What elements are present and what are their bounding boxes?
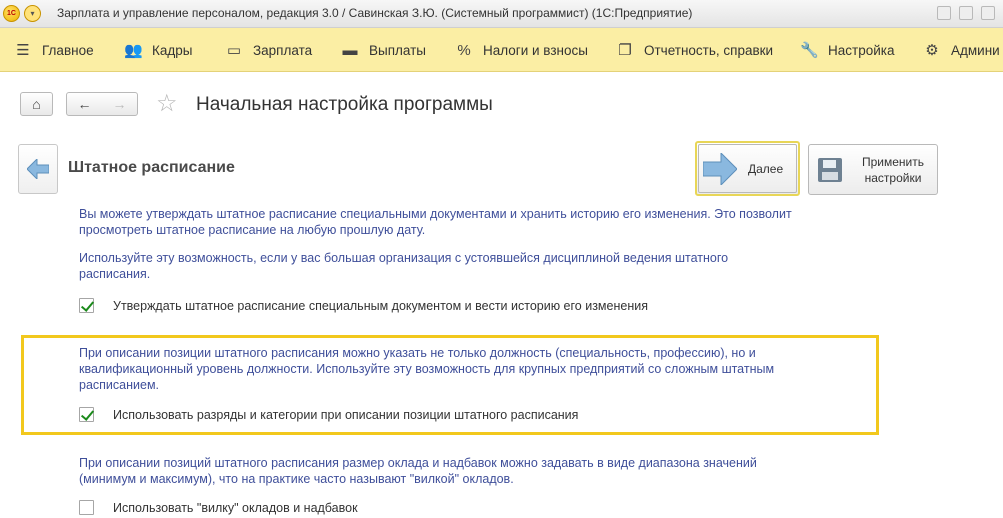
sections-panel: ☰ Главное 👥 Кадры ▭ Зарплата ▬ Выплаты %… <box>0 28 1003 72</box>
info-paragraph-1: Вы можете утверждать штатное расписание … <box>79 206 792 238</box>
text-line: просмотреть штатное расписание на любую … <box>79 223 426 237</box>
section-main[interactable]: ☰ Главное <box>14 28 94 72</box>
text-line: (минимум и максимум), что на практике ча… <box>79 472 514 486</box>
forward-arrow-icon[interactable]: → <box>113 96 127 112</box>
grades-categories-checkbox[interactable] <box>79 407 94 422</box>
back-arrow-icon[interactable]: ← <box>78 96 92 112</box>
section-label: Настройка <box>828 42 895 58</box>
window-title: Зарплата и управление персоналом, редакц… <box>57 6 693 20</box>
staffing-history-option[interactable]: Утверждать штатное расписание специальны… <box>79 298 648 313</box>
section-label: Кадры <box>152 42 193 58</box>
staffing-history-label[interactable]: Утверждать штатное расписание специальны… <box>113 298 648 314</box>
floppy-disk-icon <box>818 158 842 182</box>
page-title: Начальная настройка программы <box>196 94 493 115</box>
home-icon: ⌂ <box>32 96 41 112</box>
section-label: Отчетность, справки <box>644 42 774 58</box>
left-arrow-icon <box>27 159 49 179</box>
step-title: Штатное расписание <box>68 159 235 176</box>
salary-range-checkbox[interactable] <box>79 500 94 515</box>
app-logo: 1С <box>3 5 20 22</box>
section-label: Админи <box>951 42 1000 58</box>
title-bar-tools <box>937 6 995 20</box>
section-payments[interactable]: ▬ Выплаты <box>341 28 427 72</box>
print-icon[interactable] <box>959 6 973 20</box>
previous-step-button[interactable] <box>18 144 58 194</box>
salary-range-option[interactable]: Использовать "вилку" окладов и надбавок <box>79 500 358 515</box>
history-nav: ← → <box>66 92 138 116</box>
next-button[interactable]: Далее <box>695 141 800 196</box>
people-icon: 👥 <box>124 42 143 59</box>
percent-icon: % <box>457 41 471 59</box>
section-taxes[interactable]: % Налоги и взносы <box>455 28 588 72</box>
text-line: Используйте эту возможность, если у вас … <box>79 251 729 265</box>
bookmark-icon[interactable] <box>981 6 995 20</box>
section-label: Налоги и взносы <box>483 42 588 58</box>
documents-icon: ❐ <box>618 42 632 59</box>
grades-categories-label[interactable]: Использовать разряды и категории при опи… <box>113 407 578 423</box>
wrench-icon: 🔧 <box>800 42 819 59</box>
section-label: Главное <box>42 42 94 58</box>
apply-settings-label: Применить настройки <box>853 154 933 186</box>
staffing-history-checkbox[interactable] <box>79 298 94 313</box>
section-label: Зарплата <box>253 42 313 58</box>
section-salary[interactable]: ▭ Зарплата <box>225 28 312 72</box>
favorite-star-icon[interactable]: ☆ <box>156 89 178 118</box>
grades-categories-option[interactable]: Использовать разряды и категории при опи… <box>79 407 578 422</box>
title-bar: 1С ▾ Зарплата и управление персоналом, р… <box>0 0 1003 28</box>
info-paragraph-3: При описании позиции штатного расписания… <box>79 345 774 393</box>
cash-icon: ▬ <box>342 41 358 59</box>
section-hr[interactable]: 👥 Кадры <box>124 28 192 72</box>
salary-range-label[interactable]: Использовать "вилку" окладов и надбавок <box>113 500 358 516</box>
section-label: Выплаты <box>369 42 426 58</box>
apply-label-line2: настройки <box>864 171 922 185</box>
gear-icon: ⚙ <box>925 42 939 59</box>
section-settings[interactable]: 🔧 Настройка <box>800 28 894 72</box>
section-reports[interactable]: ❐ Отчетность, справки <box>616 28 773 72</box>
apply-label-line1: Применить <box>861 155 924 169</box>
info-paragraph-4: При описании позиций штатного расписания… <box>79 455 757 487</box>
info-paragraph-2: Используйте эту возможность, если у вас … <box>79 250 728 282</box>
text-line: расписания. <box>79 267 151 281</box>
next-button-label: Далее <box>748 162 784 176</box>
text-line: При описании позиции штатного расписания… <box>79 346 756 360</box>
section-admin[interactable]: ⚙ Админи <box>923 28 1000 72</box>
wallet-icon: ▭ <box>226 42 242 59</box>
text-line: Вы можете утверждать штатное расписание … <box>79 207 792 221</box>
right-arrow-icon <box>703 153 737 185</box>
home-button[interactable]: ⌂ <box>20 92 53 116</box>
save-icon[interactable] <box>937 6 951 20</box>
apply-settings-button[interactable]: Применить настройки <box>808 144 938 195</box>
main-menu-dropdown-icon[interactable]: ▾ <box>24 5 41 22</box>
text-line: квалификационный уровень должности. Испо… <box>79 362 775 376</box>
text-line: При описании позиций штатного расписания… <box>79 456 757 470</box>
text-line: расписанием. <box>79 378 160 392</box>
menu-icon: ☰ <box>16 42 30 59</box>
